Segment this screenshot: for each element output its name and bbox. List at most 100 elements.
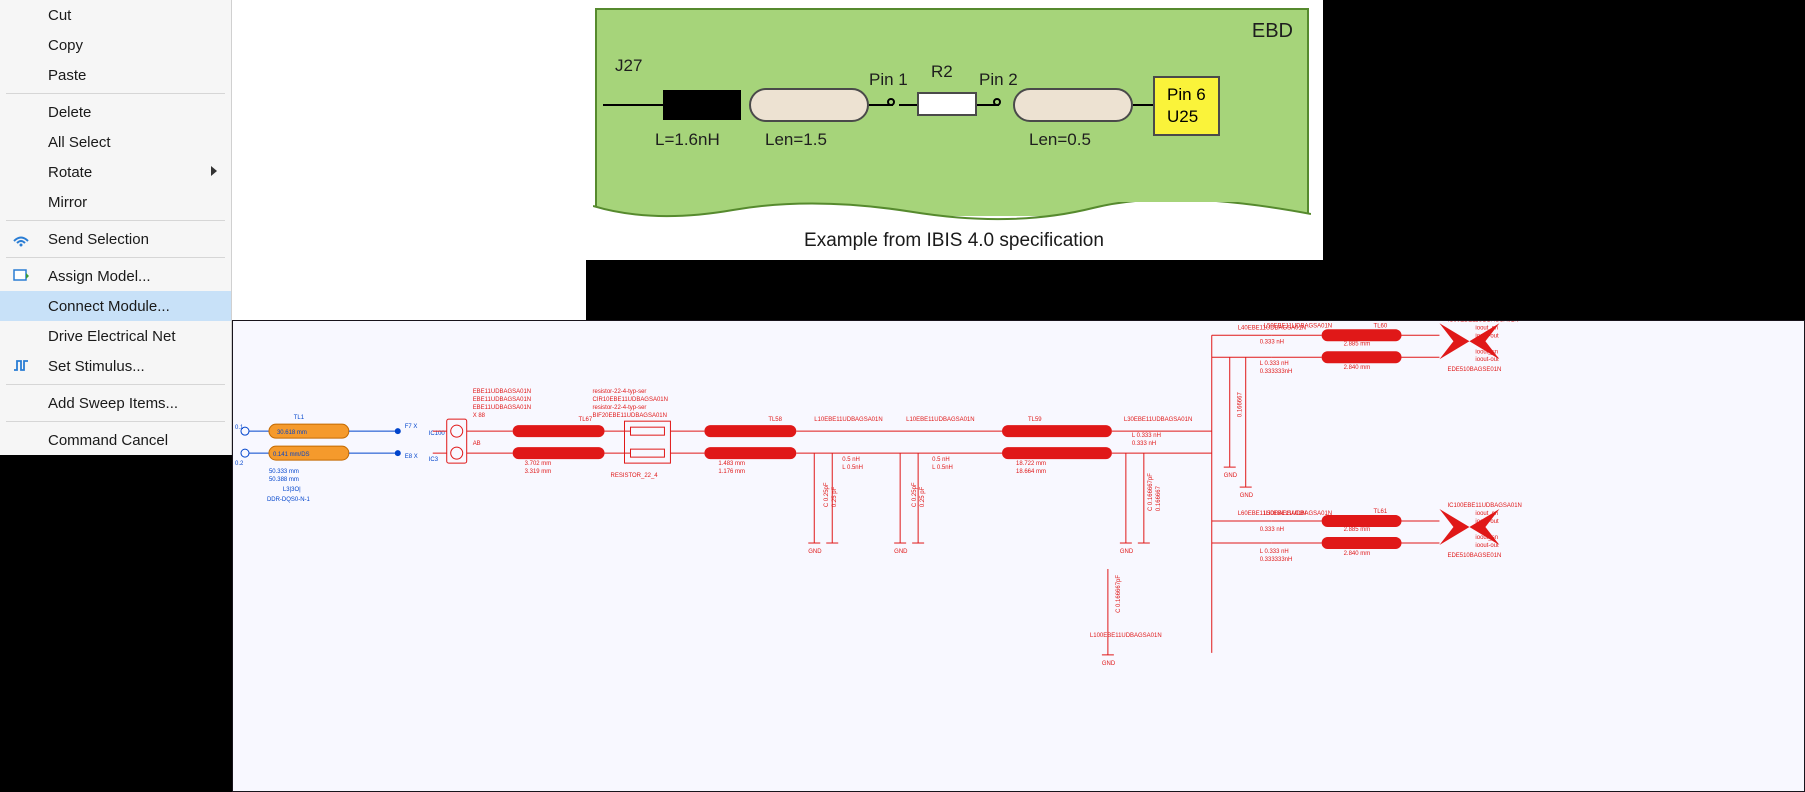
svg-text:1.483 mm: 1.483 mm (718, 461, 745, 467)
model-icon (12, 267, 30, 285)
menu-drive-electrical-net[interactable]: Drive Electrical Net (0, 321, 231, 351)
svg-text:0.5 nH: 0.5 nH (932, 457, 950, 463)
svg-text:EDE510BAGSE01N: EDE510BAGSE01N (1447, 367, 1501, 373)
svg-text:TL59: TL59 (1028, 417, 1042, 423)
svg-text:ioout_sn: ioout_sn (1475, 511, 1498, 517)
menu-add-sweep-items[interactable]: Add Sweep Items... (0, 388, 231, 418)
svg-text:TL61: TL61 (1374, 509, 1388, 515)
svg-text:EDE510BAGSE01N: EDE510BAGSE01N (1447, 553, 1501, 559)
svg-text:IC3: IC3 (429, 457, 439, 463)
ebd-l-value: L=1.6nH (655, 130, 720, 150)
ebd-wire (899, 104, 919, 106)
wifi-icon (12, 230, 30, 248)
ebd-inductor (663, 90, 741, 120)
svg-text:GND: GND (808, 549, 822, 555)
menu-assign-model[interactable]: Assign Model... (0, 261, 231, 291)
svg-text:0.333 nH: 0.333 nH (1260, 527, 1284, 533)
ebd-title: EBD (1252, 20, 1293, 43)
svg-text:18.664 mm: 18.664 mm (1016, 469, 1046, 475)
svg-text:2.885 mm: 2.885 mm (1344, 341, 1371, 347)
menu-label: Command Cancel (48, 432, 168, 449)
menu-send-selection[interactable]: Send Selection (0, 224, 231, 254)
svg-text:GND: GND (894, 549, 908, 555)
menu-label: Connect Module... (48, 298, 170, 315)
svg-text:ioout-out: ioout-out (1475, 333, 1499, 339)
svg-text:30.618 mm: 30.618 mm (277, 430, 307, 436)
svg-text:L50EBE11UDBAGSA01N: L50EBE11UDBAGSA01N (1264, 323, 1332, 329)
svg-text:2.885 mm: 2.885 mm (1344, 527, 1371, 533)
menu-all-select[interactable]: All Select (0, 127, 231, 157)
svg-text:TL1: TL1 (294, 415, 305, 421)
svg-text:IC100EBE11UDBAGSA01N: IC100EBE11UDBAGSA01N (1447, 503, 1521, 509)
svg-text:resistor-22-4-typ-ser: resistor-22-4-typ-ser (593, 389, 647, 395)
svg-text:EBE11UDBAGSA01N: EBE11UDBAGSA01N (473, 397, 531, 403)
menu-label: Assign Model... (48, 268, 151, 285)
svg-text:C 0.166667pF: C 0.166667pF (1116, 575, 1122, 613)
svg-text:3.319 mm: 3.319 mm (525, 469, 552, 475)
svg-text:IC90EBE11UDBAGSA01N: IC90EBE11UDBAGSA01N (1447, 321, 1518, 323)
ebd-u25: U25 (1167, 106, 1206, 128)
svg-text:L 0.333 nH: L 0.333 nH (1260, 361, 1289, 367)
svg-text:GND: GND (1120, 549, 1134, 555)
menu-label: Mirror (48, 194, 87, 211)
ebd-len1: Len=1.5 (765, 130, 827, 150)
menu-label: All Select (48, 134, 111, 151)
ebd-pin1: Pin 1 (869, 70, 908, 90)
svg-text:E8 X: E8 X (405, 454, 418, 460)
svg-text:ioout-out: ioout-out (1475, 519, 1499, 525)
svg-text:0.1: 0.1 (235, 425, 244, 431)
ebd-torn-edge (593, 202, 1311, 226)
svg-text:0.166667: 0.166667 (1156, 485, 1162, 511)
ebd-node (993, 98, 1001, 106)
menu-cut[interactable]: Cut (0, 0, 231, 30)
menu-rotate[interactable]: Rotate (0, 157, 231, 187)
ebd-wire (603, 104, 663, 106)
svg-text:0.5 nH: 0.5 nH (842, 457, 860, 463)
svg-text:L100EBE11UDBAGSA01N: L100EBE11UDBAGSA01N (1090, 633, 1162, 639)
menu-set-stimulus[interactable]: Set Stimulus... (0, 351, 231, 381)
menu-label: Drive Electrical Net (48, 328, 176, 345)
svg-text:ioout_sn: ioout_sn (1475, 349, 1498, 355)
ebd-tline-1 (749, 88, 869, 122)
svg-text:C 0.25pF: C 0.25pF (912, 482, 918, 507)
menu-copy[interactable]: Copy (0, 30, 231, 60)
svg-text:GND: GND (1224, 473, 1238, 479)
menu-mirror[interactable]: Mirror (0, 187, 231, 217)
svg-text:1.176 mm: 1.176 mm (718, 469, 745, 475)
svg-text:50.333 mm: 50.333 mm (269, 469, 299, 475)
svg-text:AB: AB (473, 441, 481, 447)
ebd-pin2: Pin 2 (979, 70, 1018, 90)
svg-text:TL58: TL58 (768, 417, 782, 423)
svg-text:L3|3O|: L3|3O| (283, 487, 301, 493)
svg-text:ioout-out: ioout-out (1475, 357, 1499, 363)
svg-text:L 0.5nH: L 0.5nH (842, 465, 863, 471)
svg-text:EBE11UDBAGSA01N: EBE11UDBAGSA01N (473, 389, 531, 395)
svg-text:3.702 mm: 3.702 mm (525, 461, 552, 467)
ebd-node (887, 98, 895, 106)
menu-label: Send Selection (48, 231, 149, 248)
svg-text:0.2: 0.2 (235, 461, 244, 467)
svg-text:CIR10EBE11UDBAGSA01N: CIR10EBE11UDBAGSA01N (593, 397, 668, 403)
svg-text:L 0.5nH: L 0.5nH (932, 465, 953, 471)
svg-text:L30EBE11UDBAGSA01N: L30EBE11UDBAGSA01N (1124, 417, 1192, 423)
pulse-icon (12, 357, 30, 375)
svg-text:DDR-DQS0-N-1: DDR-DQS0-N-1 (267, 497, 311, 503)
svg-text:0.333 nH: 0.333 nH (1132, 441, 1156, 447)
svg-text:BIF20EBE11UDBAGSA01N: BIF20EBE11UDBAGSA01N (593, 413, 667, 419)
svg-text:TL67: TL67 (579, 417, 593, 423)
schematic-canvas[interactable]: 0.1 TL1 30.618 mm 0.2 0.141 mm/DS F7 X E… (232, 320, 1805, 792)
ebd-wire (1133, 104, 1153, 106)
menu-label: Rotate (48, 164, 92, 181)
menu-connect-module[interactable]: Connect Module... (0, 291, 231, 321)
svg-text:resistor-22-4-typ-ser: resistor-22-4-typ-ser (593, 405, 647, 411)
svg-text:L 0.333 nH: L 0.333 nH (1260, 549, 1289, 555)
svg-text:L 0.333 nH: L 0.333 nH (1132, 433, 1161, 439)
menu-command-cancel[interactable]: Command Cancel (0, 425, 231, 455)
svg-text:F7 X: F7 X (405, 424, 418, 430)
svg-text:0.333 nH: 0.333 nH (1260, 339, 1284, 345)
svg-text:0.25 pF: 0.25 pF (920, 486, 926, 507)
menu-paste[interactable]: Paste (0, 60, 231, 90)
menu-delete[interactable]: Delete (0, 97, 231, 127)
ebd-ic-box: Pin 6 U25 (1153, 76, 1220, 136)
svg-text:TL60: TL60 (1374, 323, 1388, 329)
